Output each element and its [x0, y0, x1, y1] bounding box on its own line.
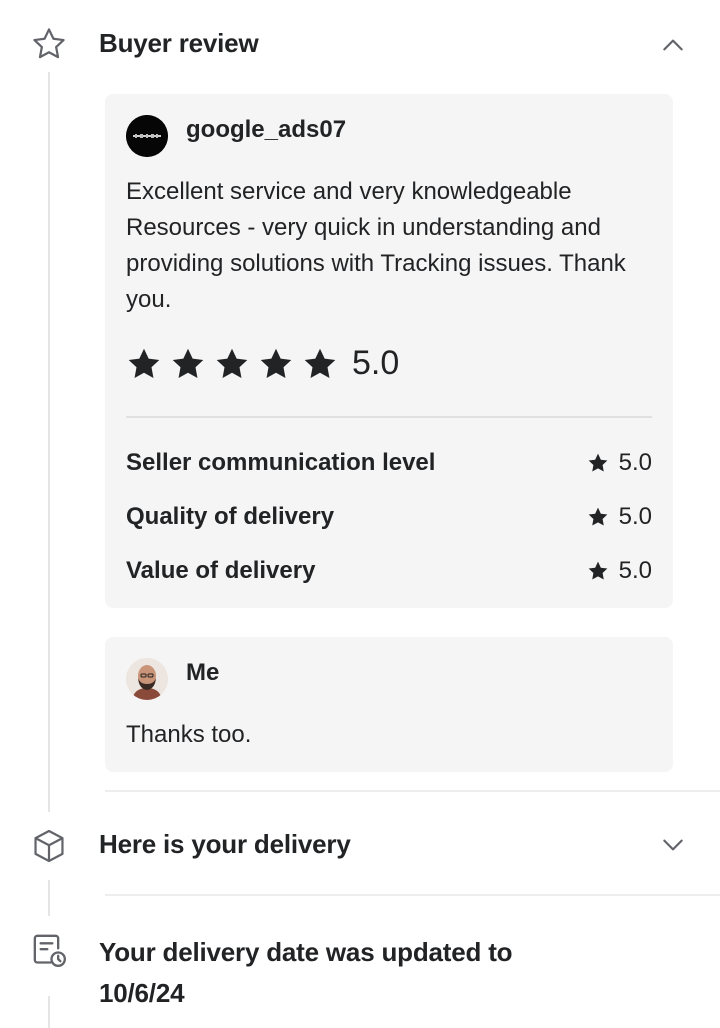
star-outline-icon [27, 22, 71, 66]
timeline-line [48, 72, 50, 812]
overall-rating: 5.0 [126, 344, 399, 383]
star-filled-icon [588, 561, 607, 580]
chevron-down-icon[interactable] [659, 831, 687, 859]
package-icon [27, 824, 71, 868]
divider [105, 790, 720, 792]
delivery-date-value: 10/6/24 [99, 978, 185, 1008]
star-filled-icon [128, 348, 160, 378]
rating-label: Seller communication level [126, 449, 436, 476]
calendar-clock-icon [27, 928, 71, 972]
star-filled-icon [588, 453, 607, 472]
star-filled-icon [172, 348, 204, 378]
star-filled-icon [216, 348, 248, 378]
rating-row: Value of delivery 5.0 [126, 555, 652, 587]
avatar [126, 658, 168, 700]
star-filled-icon [588, 507, 607, 526]
timeline-line [48, 880, 50, 916]
rating-value: 5.0 [587, 557, 652, 585]
divider [105, 894, 720, 896]
delivery-date-line1: Your delivery date was updated to [99, 937, 513, 967]
reviewer-username: google_ads07 [186, 116, 347, 143]
rating-score: 5.0 [618, 503, 652, 530]
avatar [126, 115, 168, 157]
seller-reply-card: Me Thanks too. [105, 637, 673, 772]
rating-row: Seller communication level 5.0 [126, 447, 652, 479]
timeline-line [48, 996, 50, 1028]
rating-value: 5.0 [587, 503, 652, 531]
delivery-title: Here is your delivery [99, 829, 351, 859]
delivery-date-title: Your delivery date was updated to 10/6/2… [99, 932, 513, 1014]
star-filled-icon [304, 348, 336, 378]
rating-row: Quality of delivery 5.0 [126, 501, 652, 533]
rating-score: 5.0 [618, 449, 652, 476]
rating-label: Value of delivery [126, 557, 316, 584]
buyer-review-title: Buyer review [99, 28, 259, 58]
rating-value: 5.0 [587, 449, 652, 477]
star-filled-icon [260, 348, 292, 378]
buyer-review-card: google_ads07 Excellent service and very … [105, 94, 673, 608]
rating-score: 5.0 [618, 557, 652, 584]
chevron-up-icon[interactable] [659, 31, 687, 59]
overall-score: 5.0 [352, 344, 400, 382]
reply-text: Thanks too. [126, 721, 252, 748]
rating-label: Quality of delivery [126, 503, 335, 530]
review-text: Excellent service and very knowledgeable… [126, 178, 626, 313]
divider [126, 416, 652, 418]
reply-username: Me [186, 659, 220, 686]
